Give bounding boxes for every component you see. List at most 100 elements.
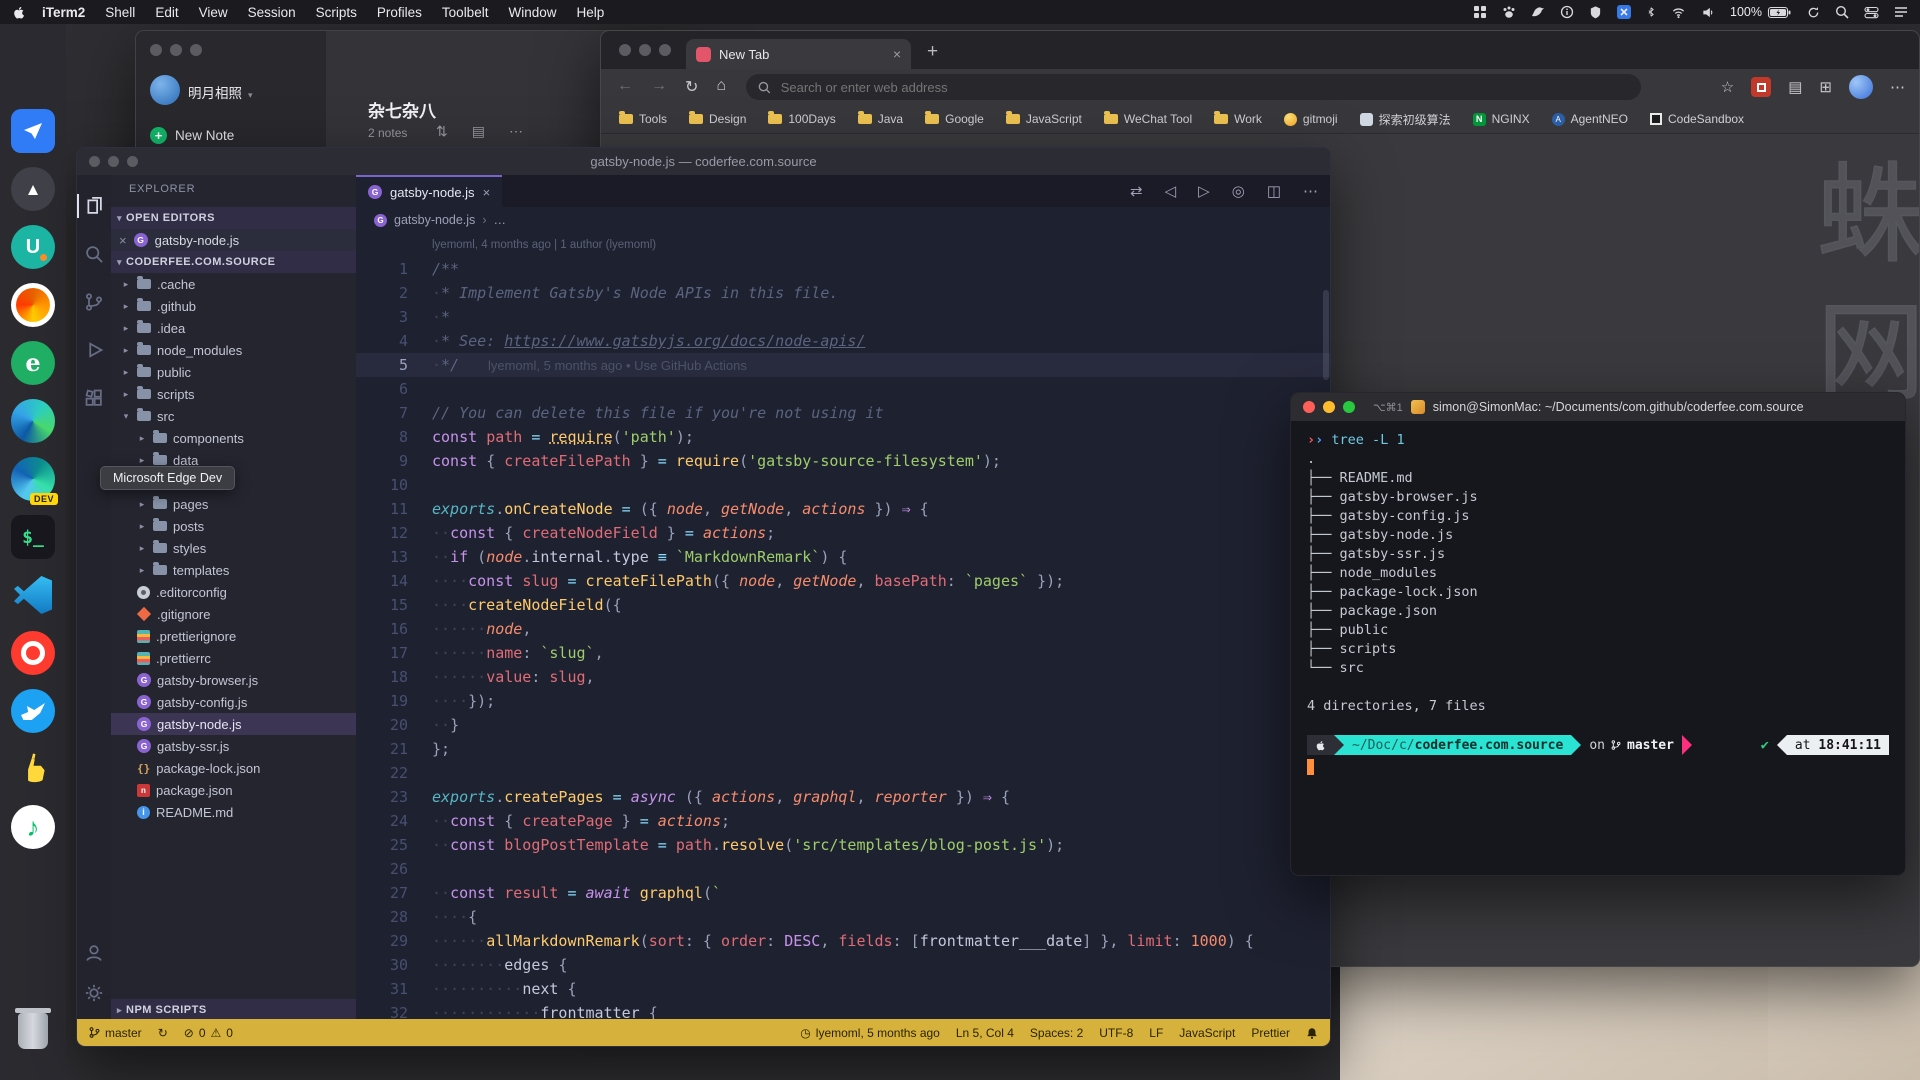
account-icon[interactable] [84,943,104,963]
info-icon[interactable] [1560,5,1574,19]
debug-icon[interactable] [84,340,104,360]
edge-dev-app-dock-icon[interactable]: DEV [10,456,56,502]
tree-item[interactable]: ▸posts [111,515,356,537]
browser-tab[interactable]: New Tab × [686,39,911,69]
volume-icon[interactable] [1701,6,1715,19]
search-icon[interactable] [84,244,104,264]
editor-area[interactable]: G gatsby-node.js × ⇄◁▷◎◫⋯ G gatsby-node.… [356,175,1331,1021]
blue-x-icon[interactable] [1617,5,1631,19]
cursor-position[interactable]: Ln 5, Col 4 [956,1026,1014,1040]
more-menu-icon[interactable]: ⋯ [1890,78,1905,96]
blame-indicator[interactable]: ◷lyemoml, 5 months ago [800,1026,940,1040]
bookmark-item[interactable]: Work [1214,112,1262,126]
terminal-content[interactable]: ›› tree -L 1 .├── README.md├── gatsby-br… [1291,421,1905,876]
bookmark-item[interactable]: Google [925,112,984,126]
menu-item[interactable]: Help [576,5,604,20]
menu-item[interactable]: View [199,5,228,20]
forward-icon[interactable]: → [651,77,667,97]
tree-item[interactable]: ▸.cache [111,273,356,295]
new-tab-button[interactable]: + [927,41,938,63]
new-note-button[interactable]: + New Note [150,127,234,144]
workspace-name[interactable]: 明月相照▾ [188,82,253,102]
active-app-name[interactable]: iTerm2 [42,5,85,20]
vscode-window-controls[interactable] [89,156,138,167]
language-mode[interactable]: JavaScript [1179,1026,1235,1040]
tree-item[interactable]: Ggatsby-browser.js [111,669,356,691]
open-editor-item[interactable]: × G gatsby-node.js [111,229,356,251]
nav-back-icon[interactable]: ◁ [1165,182,1177,200]
problems-indicator[interactable]: ⊘0 ⚠0 [184,1026,233,1040]
more-icon[interactable]: ⋯ [509,123,523,140]
tree-item[interactable]: {}package-lock.json [111,757,356,779]
tree-item[interactable]: ▾src [111,405,356,427]
sync-button[interactable]: ↻ [158,1026,168,1040]
encoding-setting[interactable]: UTF-8 [1099,1026,1133,1040]
bookmark-item[interactable]: WeChat Tool [1104,112,1192,126]
control-center-icon[interactable] [1864,6,1879,19]
bookmark-item[interactable]: gitmoji [1284,112,1338,126]
bird-icon[interactable] [1531,5,1545,19]
bookmark-item[interactable]: Tools [619,112,667,126]
messaging-app-dock-icon[interactable] [10,108,56,154]
notes-window-controls[interactable] [150,44,202,56]
settings-icon[interactable] [84,983,104,1003]
tree-item[interactable]: ▸styles [111,537,356,559]
sort-icon[interactable]: ⇅ [436,123,448,140]
evernote-app-dock-icon[interactable]: e [10,340,56,386]
editor-tab[interactable]: G gatsby-node.js × [356,175,502,207]
tree-item[interactable]: iREADME.md [111,801,356,823]
back-icon[interactable]: ← [617,77,633,97]
profile-avatar[interactable] [1849,75,1873,99]
split-editor-icon[interactable]: ◫ [1267,182,1281,200]
more-actions-icon[interactable]: ⋯ [1303,182,1318,200]
extensions-icon[interactable] [84,388,104,408]
grid-icon[interactable] [1473,5,1487,19]
collections-icon[interactable]: ⊞ [1819,78,1832,96]
nav-forward-icon[interactable]: ▷ [1198,182,1210,200]
tree-item[interactable]: ▸templates [111,559,356,581]
bookmark-item[interactable]: Design [689,112,746,126]
edge-app-dock-icon[interactable] [10,398,56,444]
bookmark-item[interactable]: Java [858,112,903,126]
menu-item[interactable]: Edit [155,5,178,20]
utools-app-dock-icon[interactable]: U [10,224,56,270]
tree-item[interactable]: ▸.idea [111,317,356,339]
bluetooth-icon[interactable] [1646,5,1656,19]
bookmark-item[interactable]: NNGINX [1473,112,1530,126]
bookmark-item[interactable]: JavaScript [1006,112,1082,126]
browser-window-controls[interactable] [619,44,671,56]
battery-indicator[interactable]: 100% [1730,5,1792,19]
close-icon[interactable]: × [119,233,127,248]
bookmark-item[interactable]: CodeSandbox [1650,112,1744,126]
twitter-app-dock-icon[interactable] [10,688,56,734]
shield-icon[interactable] [1589,5,1602,19]
tree-item[interactable]: ▸.github [111,295,356,317]
indent-setting[interactable]: Spaces: 2 [1030,1026,1083,1040]
tree-item[interactable]: Ggatsby-config.js [111,691,356,713]
bookmark-item[interactable]: AAgentNEO [1552,112,1628,126]
tab-close-icon[interactable]: × [483,185,491,200]
tree-item[interactable]: npackage.json [111,779,356,801]
open-editors-section[interactable]: ▾OPEN EDITORS [111,207,356,229]
tree-item[interactable]: .editorconfig [111,581,356,603]
open-changes-icon[interactable]: ⇄ [1130,182,1143,200]
favorites-bar-icon[interactable]: ▤ [1788,78,1802,96]
wifi-icon[interactable] [1671,6,1686,19]
tree-item[interactable]: ▸scripts [111,383,356,405]
paw-icon[interactable] [1502,5,1516,19]
firefox-app-dock-icon[interactable] [10,282,56,328]
git-branch-indicator[interactable]: master [89,1026,142,1040]
explorer-icon[interactable] [84,196,104,216]
tree-item[interactable]: ▸pages [111,493,356,515]
notifications-bell[interactable] [1306,1026,1318,1040]
code-editor[interactable]: lyemoml, 4 months ago | 1 author (lyemom… [356,233,1331,1021]
home-icon[interactable]: ⌂ [716,77,726,97]
run-file-icon[interactable]: ◎ [1232,182,1245,200]
tree-item[interactable]: ▸public [111,361,356,383]
extension-icon[interactable] [1751,77,1771,97]
menu-item[interactable]: Window [508,5,556,20]
vscode-app-dock-icon[interactable] [10,572,56,618]
search-input[interactable] [779,79,1629,96]
iterm-app-dock-icon[interactable]: $_ [10,514,56,560]
rocket-app-dock-icon[interactable]: ▲ [10,166,56,212]
